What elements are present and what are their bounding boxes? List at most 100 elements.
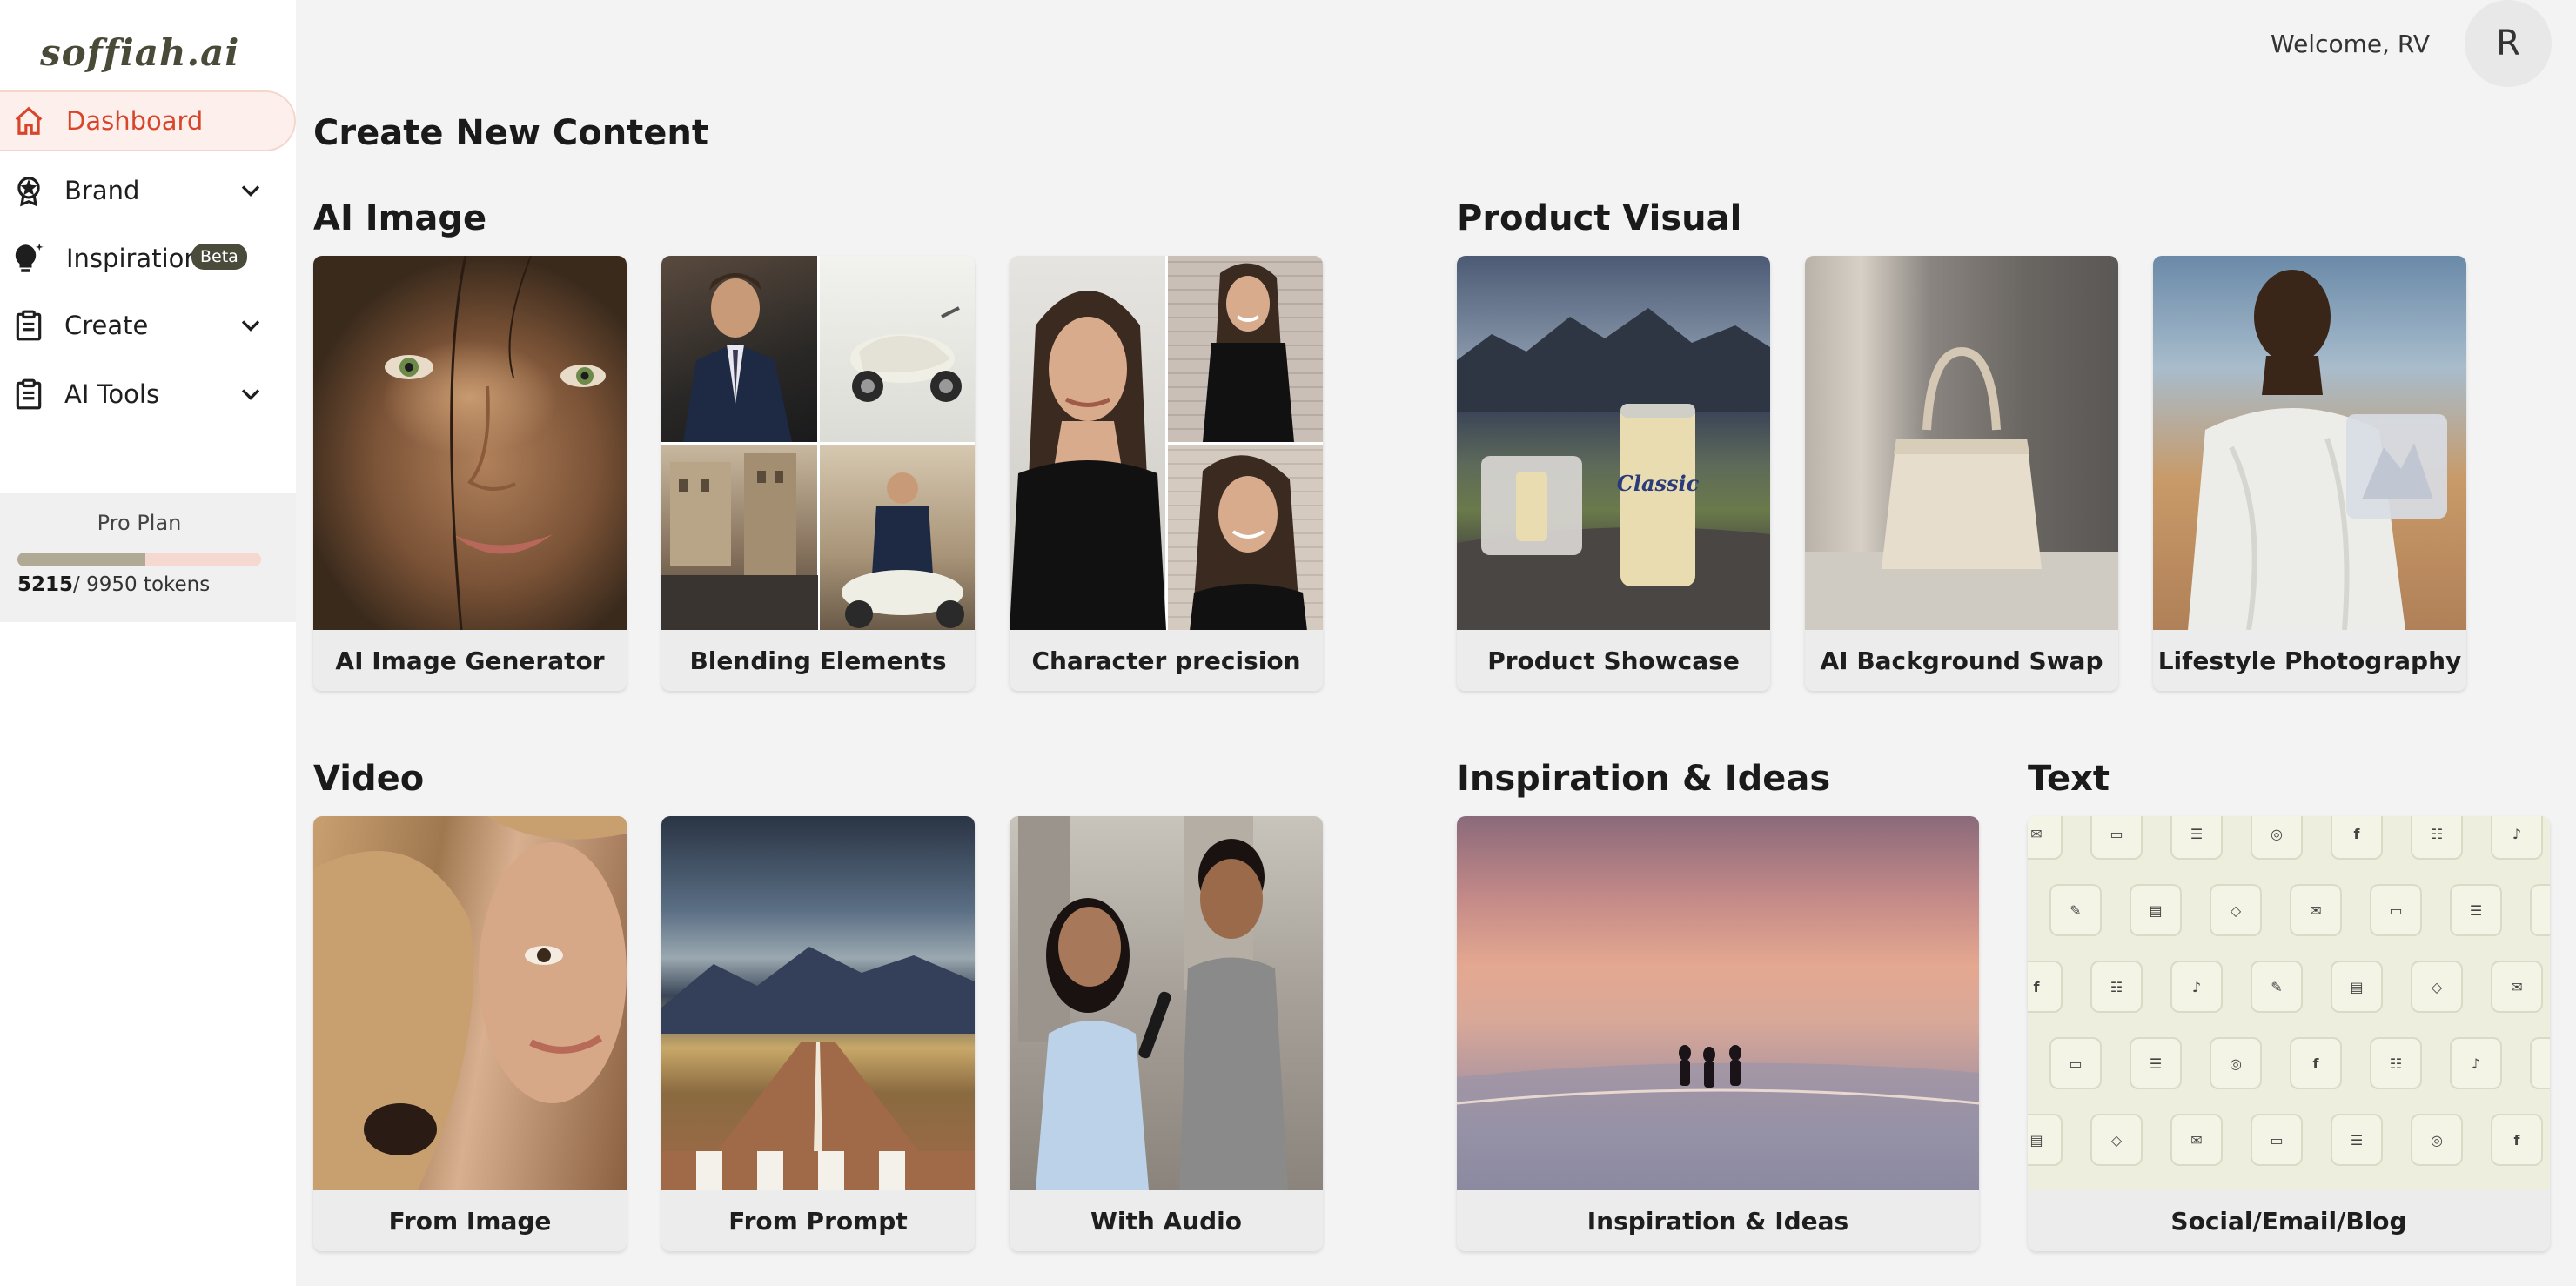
doc-icon: ▤	[2028, 1114, 2063, 1166]
card-image	[1457, 816, 1979, 1190]
social-icon-pattern: ✉ ▭ ☰ ◎ f ☷ ♪ ✎ ▤ ◇ ✉ ▭ ☰ ◎ f ☷ ♪ ✎ ▤ ◇ ✉ ▭ ☰ ◎ f ☷ ♪ ✎ ▤ ◇ ✉ ▭ ☰ ◎ f	[2028, 816, 2550, 1190]
card-image	[313, 816, 627, 1190]
card-ai-image-generator[interactable]: AI Image Generator	[313, 256, 627, 691]
sidebar-item-label: Inspiration	[66, 244, 200, 273]
card-character-precision[interactable]: Character precision	[1010, 256, 1323, 691]
sidebar: soffiah.ai Dashboard Brand Inspiration B…	[0, 0, 296, 1286]
edit-icon: ✎	[2530, 1037, 2550, 1089]
card-with-audio[interactable]: With Audio	[1010, 816, 1323, 1251]
camera-icon: ◎	[2251, 816, 2303, 860]
mail-icon: ✉	[2491, 961, 2543, 1013]
mail-icon: ✉	[2290, 884, 2342, 936]
card-label: From Prompt	[661, 1190, 975, 1251]
facebook-icon: f	[2331, 816, 2383, 860]
card-from-prompt[interactable]: From Prompt	[661, 816, 975, 1251]
card-label: Lifestyle Photography	[2153, 630, 2466, 691]
app-logo[interactable]: soffiah.ai	[40, 31, 239, 74]
section-title-video: Video	[313, 759, 425, 799]
list-icon: ☰	[2170, 816, 2223, 860]
sidebar-item-label: Brand	[64, 176, 140, 205]
card-image	[313, 256, 627, 630]
token-progress-bar	[17, 553, 261, 566]
tiktok-icon: ♪	[2450, 1037, 2502, 1089]
tokens-total: / 9950 tokens	[73, 573, 211, 596]
sidebar-item-create[interactable]: Create	[0, 295, 296, 356]
section-title-ai-image: AI Image	[313, 198, 487, 238]
chevron-down-icon[interactable]	[235, 378, 266, 410]
flag-icon: ▭	[2090, 816, 2143, 860]
sidebar-item-ai-tools[interactable]: AI Tools	[0, 364, 296, 425]
svg-text:Classic: Classic	[1617, 471, 1700, 496]
home-icon	[10, 103, 47, 139]
tokens-used: 5215	[17, 573, 74, 596]
card-image	[661, 816, 975, 1190]
card-social-email-blog[interactable]: ✉ ▭ ☰ ◎ f ☷ ♪ ✎ ▤ ◇ ✉ ▭ ☰ ◎ f ☷ ♪ ✎ ▤ ◇ ✉ ▭ ☰ ◎ f ☷ ♪ ✎ ▤ ◇ ✉ ▭ ☰ ◎ f Soci…	[2028, 816, 2550, 1251]
facebook-icon: f	[2290, 1037, 2342, 1089]
sidebar-item-brand[interactable]: Brand	[0, 160, 296, 221]
mail-icon: ✉	[2170, 1114, 2223, 1166]
card-label: From Image	[313, 1190, 627, 1251]
chevron-down-icon[interactable]	[235, 175, 266, 206]
camera-icon: ◎	[2530, 884, 2550, 936]
news-icon: ☷	[2090, 961, 2143, 1013]
card-lifestyle-photography[interactable]: Lifestyle Photography	[2153, 256, 2466, 691]
camera-icon: ◎	[2210, 1037, 2262, 1089]
card-label: Blending Elements	[661, 630, 975, 691]
card-ai-background-swap[interactable]: AI Background Swap	[1805, 256, 2118, 691]
card-label: Product Showcase	[1457, 630, 1770, 691]
card-label: Inspiration & Ideas	[1457, 1190, 1979, 1251]
facebook-icon: f	[2028, 961, 2063, 1013]
section-title-product-visual: Product Visual	[1457, 198, 1742, 238]
sidebar-item-label: Create	[64, 311, 149, 340]
chevron-down-icon[interactable]	[235, 310, 266, 341]
sidebar-item-dashboard[interactable]: Dashboard	[0, 90, 296, 151]
camera-icon: ◎	[2411, 1114, 2463, 1166]
flag-icon: ▭	[2049, 1037, 2102, 1089]
news-icon: ☷	[2411, 816, 2463, 860]
avatar[interactable]: R	[2465, 0, 2552, 87]
badge-icon	[10, 172, 47, 209]
card-image	[661, 256, 975, 630]
section-title-text: Text	[2028, 759, 2110, 799]
tiktok-icon: ♪	[2170, 961, 2223, 1013]
clipboard-icon	[10, 307, 47, 344]
clipboard-icon	[10, 376, 47, 412]
edit-icon: ✎	[2049, 884, 2102, 936]
list-icon: ☰	[2331, 1114, 2383, 1166]
badge-icon: ◇	[2210, 884, 2262, 936]
token-count: 5215/ 9950 tokens	[17, 573, 210, 596]
lightbulb-icon	[10, 240, 47, 277]
card-image	[1010, 256, 1323, 630]
badge-icon: ◇	[2090, 1114, 2143, 1166]
card-label: With Audio	[1010, 1190, 1323, 1251]
card-inspiration-ideas[interactable]: Inspiration & Ideas	[1457, 816, 1979, 1251]
sidebar-item-label: Dashboard	[66, 106, 204, 136]
tiktok-icon: ♪	[2491, 816, 2543, 860]
page-title: Create New Content	[313, 113, 709, 153]
flag-icon: ▭	[2251, 1114, 2303, 1166]
card-image: Classic	[1457, 256, 1770, 630]
plan-title: Pro Plan	[97, 511, 182, 535]
section-title-inspiration: Inspiration & Ideas	[1457, 759, 1831, 799]
card-label: AI Image Generator	[313, 630, 627, 691]
card-label: Social/Email/Blog	[2028, 1190, 2550, 1251]
welcome-text: Welcome, RV	[2271, 30, 2430, 58]
card-image: ✉ ▭ ☰ ◎ f ☷ ♪ ✎ ▤ ◇ ✉ ▭ ☰ ◎ f ☷ ♪ ✎ ▤ ◇ ✉ ▭ ☰ ◎ f ☷ ♪ ✎ ▤ ◇ ✉ ▭ ☰ ◎ f	[2028, 816, 2550, 1190]
badge-icon: ◇	[2411, 961, 2463, 1013]
card-from-image[interactable]: From Image	[313, 816, 627, 1251]
list-icon: ☰	[2450, 884, 2502, 936]
mail-icon: ✉	[2028, 816, 2063, 860]
token-progress-fill	[17, 553, 145, 566]
sidebar-item-inspiration[interactable]: Inspiration Beta	[0, 228, 296, 289]
card-image	[2153, 256, 2466, 630]
list-icon: ☰	[2130, 1037, 2182, 1089]
card-product-showcase[interactable]: Classic Product Showcase	[1457, 256, 1770, 691]
plan-panel: Pro Plan 5215/ 9950 tokens	[0, 493, 296, 622]
facebook-icon: f	[2491, 1114, 2543, 1166]
card-label: AI Background Swap	[1805, 630, 2118, 691]
sidebar-item-label: AI Tools	[64, 379, 160, 409]
card-blending-elements[interactable]: Blending Elements	[661, 256, 975, 691]
doc-icon: ▤	[2331, 961, 2383, 1013]
card-image	[1010, 816, 1323, 1190]
edit-icon: ✎	[2251, 961, 2303, 1013]
